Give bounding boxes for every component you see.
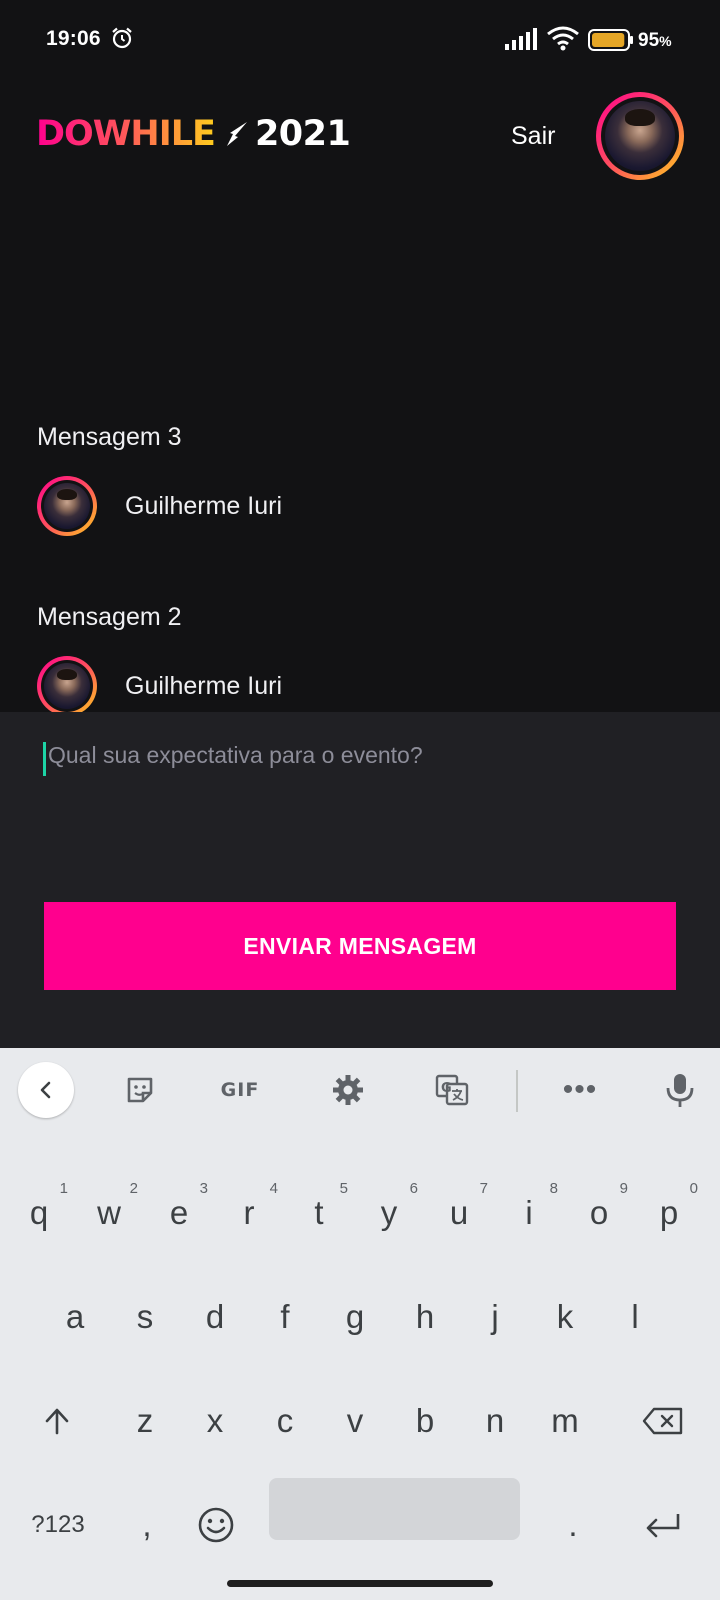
key-c[interactable]: c	[250, 1378, 320, 1464]
navigation-bar	[0, 1570, 720, 1600]
author-name: Guilherme Iuri	[125, 671, 282, 700]
key-h[interactable]: h	[390, 1274, 460, 1360]
message-author: Guilherme Iuri	[37, 656, 677, 712]
message-item: Mensagem 3 Guilherme Iuri	[37, 422, 677, 536]
message-input[interactable]	[42, 742, 678, 862]
battery-icon	[588, 29, 633, 51]
mic-icon[interactable]	[652, 1062, 708, 1118]
key-z[interactable]: z	[110, 1378, 180, 1464]
key-r[interactable]: r4	[214, 1170, 284, 1256]
enter-icon	[646, 1514, 680, 1538]
svg-text:G: G	[441, 1081, 452, 1096]
key-f[interactable]: f	[250, 1274, 320, 1360]
keyboard-toolbar: GIF G •••	[0, 1048, 720, 1128]
on-screen-keyboard: GIF G ••• q1 w2 e3 r4 t5 y6 u7 i8 o9 p0 …	[0, 1048, 720, 1600]
key-b[interactable]: b	[390, 1378, 460, 1464]
key-y[interactable]: y6	[354, 1170, 424, 1256]
key-k[interactable]: k	[530, 1274, 600, 1360]
avatar-photo	[605, 101, 675, 171]
logo-year: 2021	[254, 114, 351, 154]
message-text: Mensagem 3	[37, 423, 182, 451]
key-d[interactable]: d	[180, 1274, 250, 1360]
enter-key[interactable]	[620, 1482, 706, 1568]
shift-icon	[45, 1408, 69, 1435]
status-time: 19:06	[46, 27, 101, 50]
key-a[interactable]: a	[40, 1274, 110, 1360]
battery-percent: 95%	[638, 30, 672, 51]
emoji-key[interactable]	[184, 1482, 248, 1568]
backspace-icon	[642, 1407, 683, 1435]
sticker-icon[interactable]	[112, 1062, 168, 1118]
user-avatar[interactable]	[596, 92, 684, 180]
space-key[interactable]	[269, 1478, 520, 1540]
key-x[interactable]: x	[180, 1378, 250, 1464]
translate-icon[interactable]: G	[424, 1062, 480, 1118]
rocket-icon	[226, 122, 247, 146]
comma-key[interactable]: ,	[110, 1482, 184, 1568]
key-q[interactable]: q1	[4, 1170, 74, 1256]
emoji-icon	[198, 1507, 234, 1543]
author-name: Guilherme Iuri	[125, 491, 282, 520]
message-text: Mensagem 2	[37, 603, 182, 631]
signal-icon	[505, 28, 537, 50]
dowhile-logo: DOWHILE 2021	[36, 114, 351, 154]
home-gesture-handle[interactable]	[227, 1580, 493, 1587]
key-o[interactable]: o9	[564, 1170, 634, 1256]
key-p[interactable]: p0	[634, 1170, 704, 1256]
app-header: DOWHILE 2021 Sair	[0, 80, 720, 190]
key-n[interactable]: n	[460, 1378, 530, 1464]
logout-button[interactable]: Sair	[511, 122, 555, 151]
key-v[interactable]: v	[320, 1378, 390, 1464]
key-t[interactable]: t5	[284, 1170, 354, 1256]
toolbar-divider	[516, 1070, 518, 1112]
more-icon[interactable]: •••	[552, 1062, 608, 1118]
message-author: Guilherme Iuri	[37, 476, 677, 536]
send-message-button[interactable]: ENVIAR MENSAGEM	[44, 902, 676, 990]
chevron-left-icon[interactable]	[18, 1062, 74, 1118]
text-cursor	[43, 742, 46, 776]
message-list[interactable]: Mensagem 3 Guilherme Iuri Mensagem 2 Gui…	[0, 190, 720, 712]
key-g[interactable]: g	[320, 1274, 390, 1360]
logo-word: DOWHILE	[36, 114, 216, 154]
status-bar: 19:06 95%	[0, 0, 720, 80]
gear-icon[interactable]	[320, 1062, 376, 1118]
key-s[interactable]: s	[110, 1274, 180, 1360]
key-j[interactable]: j	[460, 1274, 530, 1360]
key-i[interactable]: i8	[494, 1170, 564, 1256]
key-e[interactable]: e3	[144, 1170, 214, 1256]
message-item: Mensagem 2 Guilherme Iuri	[37, 602, 677, 712]
author-avatar	[37, 476, 97, 536]
gif-icon[interactable]: GIF	[212, 1062, 268, 1118]
author-avatar	[37, 656, 97, 712]
wifi-icon	[547, 26, 579, 51]
shift-key[interactable]	[14, 1378, 100, 1464]
backspace-key[interactable]	[620, 1378, 706, 1464]
avatar-photo	[44, 483, 90, 529]
alarm-icon	[112, 27, 132, 49]
key-w[interactable]: w2	[74, 1170, 144, 1256]
message-composer: ENVIAR MENSAGEM	[0, 712, 720, 1048]
key-u[interactable]: u7	[424, 1170, 494, 1256]
period-key[interactable]: .	[536, 1482, 610, 1568]
key-m[interactable]: m	[530, 1378, 600, 1464]
avatar-photo	[44, 663, 90, 709]
key-l[interactable]: l	[600, 1274, 670, 1360]
symbols-key[interactable]: ?123	[10, 1482, 106, 1568]
